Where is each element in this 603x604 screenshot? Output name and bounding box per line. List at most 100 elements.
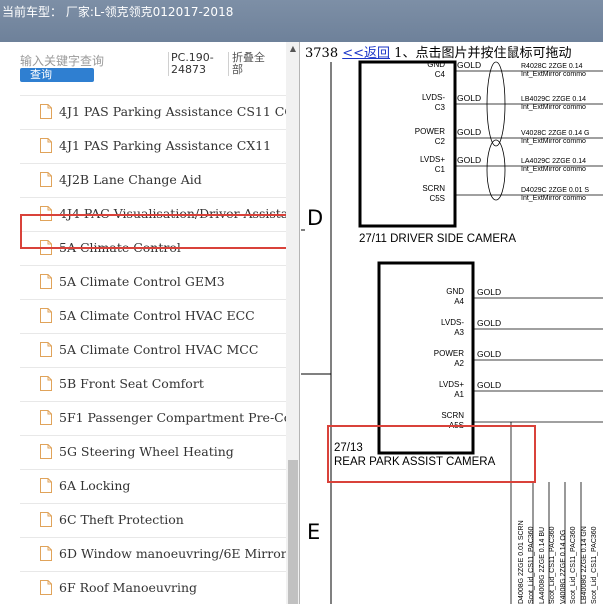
list-item[interactable]: 5G Steering Wheel Heating [20,436,286,470]
pin-name: GND [446,287,464,296]
search-button[interactable]: 查询 [20,68,94,82]
sidebar-scrollbar[interactable]: ▲ [286,42,299,604]
pin-number: C4 [435,70,446,79]
vertical-wire-label: Scot_Lid_CS11_PAC360 [570,526,577,604]
list-item-label: 6C Theft Protection [59,512,184,527]
wire-code: LB4029C 2ZGE 0.14 [521,96,586,103]
list-item-label: 5A Climate Control HVAC ECC [59,308,255,323]
vertical-wire-label: Scot_Lid_CS11_PAC360 [591,526,598,604]
search-input[interactable] [20,53,162,69]
pin-name: SCRN [422,184,445,193]
wire-code: V4028C 2ZGE 0.14 G [521,130,589,137]
list-item-label: 6F Roof Manoeuvring [59,580,198,595]
list-item[interactable]: 5F1 Passenger Compartment Pre-Conditio [20,402,286,436]
wire-color: GOLD [457,93,481,103]
harness-name: Int_ExtMirror commo [521,104,586,111]
viewer-nav-line: 3738 <<返回 1、点击图片并按住鼠标可拖动 [305,42,571,61]
list-item-label: 4J1 PAS Parking Assistance CX11 [59,138,272,153]
vertical-wire-label: LA4008G 2ZGE 0.14 BU [539,527,546,604]
wire-code: LA4029C 2ZGE 0.14 [521,158,586,165]
zone-label-d: D [307,206,323,230]
list-item[interactable]: 4J2B Lane Change Aid [20,164,286,198]
list-item[interactable]: 5A Climate Control HVAC ECC [20,300,286,334]
wire-color: GOLD [477,380,501,390]
list-item-label: 6A Locking [59,478,131,493]
wire-color: GOLD [457,127,481,137]
pin-number: A4 [454,297,464,306]
list-item[interactable] [20,88,286,96]
top-bar: 当前车型： 厂家:L-领克领克012017-2018 [0,0,603,42]
list-item[interactable]: 5B Front Seat Comfort [20,368,286,402]
list-item-label: 6D Window manoeuvring/6E Mirror mano [59,546,286,561]
upper-block-pins: GNDC4GOLD R4028C 2ZGE 0.14Int_ExtMirror c… [415,60,603,203]
page-number: 3738 [305,46,339,61]
wire-code: D4029C 2ZGE 0.01 S [521,187,589,194]
pin-name: SCRN [441,411,464,420]
wire-code: R4028C 2ZGE 0.14 [521,63,583,70]
list-item-label: 5F1 Passenger Compartment Pre-Conditio [59,410,286,425]
document-icon [40,104,52,119]
pin-number: C3 [435,103,446,112]
document-icon [40,410,52,425]
list-item[interactable]: 6D Window manoeuvring/6E Mirror mano [20,538,286,572]
harness-name: Int_ExtMirror commo [521,195,586,202]
selected-item-highlight [20,214,292,249]
document-icon [40,308,52,323]
drag-instruction: 1、点击图片并按住鼠标可拖动 [394,46,572,61]
vertical-wire-label: V4008G 2ZGE 0.14 OG [560,530,567,604]
sidebar-search-bar: 查询 PC.190-24873 折叠全部 [0,42,286,88]
rear-camera-highlight [327,425,536,483]
wire-color: GOLD [477,287,501,297]
list-item[interactable]: 4J1 PAS Parking Assistance CX11 [20,130,286,164]
document-icon [40,274,52,289]
wire-color: GOLD [457,155,481,165]
list-item-label: 4J2B Lane Change Aid [59,172,202,187]
pin-number: C2 [435,137,446,146]
vehicle-model-title: 当前车型： 厂家:L-领克领克012017-2018 [2,5,234,19]
list-item[interactable]: 4J1 PAS Parking Assistance CS11 CC11 C [20,96,286,130]
list-item[interactable]: 6C Theft Protection [20,504,286,538]
pin-name: POWER [434,349,464,358]
zone-label-e: E [307,520,320,544]
vertical-wire-label: LB4008G 2ZGE 0.14 GN [581,526,588,604]
back-link[interactable]: <<返回 [342,46,390,61]
pin-name: LVDS+ [439,380,464,389]
scroll-up-arrow-icon[interactable]: ▲ [286,42,299,56]
wire-color: GOLD [477,318,501,328]
wire-color: GOLD [477,349,501,359]
diagram-viewer[interactable]: D E GND C4 GOLD R4028C 2ZGE 0.14 Int_ExtMirr… [301,42,603,604]
pin-number: C1 [435,165,446,174]
pc-code: PC.190-24873 [168,52,224,76]
vertical-wire-label: Scot_Lid_CS11_PAC360 [528,526,535,604]
document-tree-list: 4J1 PAS Parking Assistance CS11 CC11 C 4J… [20,88,286,604]
scrollbar-thumb[interactable] [288,460,298,604]
collapse-all-button[interactable]: 折叠全部 [228,52,272,76]
harness-name: Int_ExtMirror commo [521,166,586,173]
vertical-wire-labels: D4008G 2ZGE 0.01 SCRN Scot_Lid_CS11_PAC36… [518,520,598,604]
document-icon [40,478,52,493]
sidebar: 查询 PC.190-24873 折叠全部 4J1 PAS Parking Ass… [0,42,300,604]
pin-number: A1 [454,390,464,399]
list-item[interactable]: 6A Locking [20,470,286,504]
list-item-label: 5A Climate Control GEM3 [59,274,225,289]
vertical-wire-label: Scot_Lid_CS11_PAC360 [549,526,556,604]
harness-name: Int_ExtMirror commo [521,138,586,145]
vertical-wire-label: D4008G 2ZGE 0.01 SCRN [518,520,525,604]
driver-side-camera-caption: 27/11 DRIVER SIDE CAMERA [359,233,516,245]
wiring-diagram[interactable]: D E GND C4 GOLD R4028C 2ZGE 0.14 Int_ExtMirr… [301,42,603,604]
document-icon [40,376,52,391]
wire-color: GOLD [457,60,481,70]
document-icon [40,172,52,187]
pin-name: LVDS- [422,93,445,102]
document-icon [40,138,52,153]
list-item[interactable]: 6F Roof Manoeuvring [20,572,286,604]
list-item-label: 5A Climate Control HVAC MCC [59,342,259,357]
pin-name: POWER [415,127,445,136]
list-item[interactable]: 5A Climate Control GEM3 [20,266,286,300]
document-icon [40,444,52,459]
pin-number: A2 [454,359,464,368]
list-item[interactable]: 5A Climate Control HVAC MCC [20,334,286,368]
document-icon [40,512,52,527]
pin-number: A3 [454,328,464,337]
document-icon [40,546,52,561]
